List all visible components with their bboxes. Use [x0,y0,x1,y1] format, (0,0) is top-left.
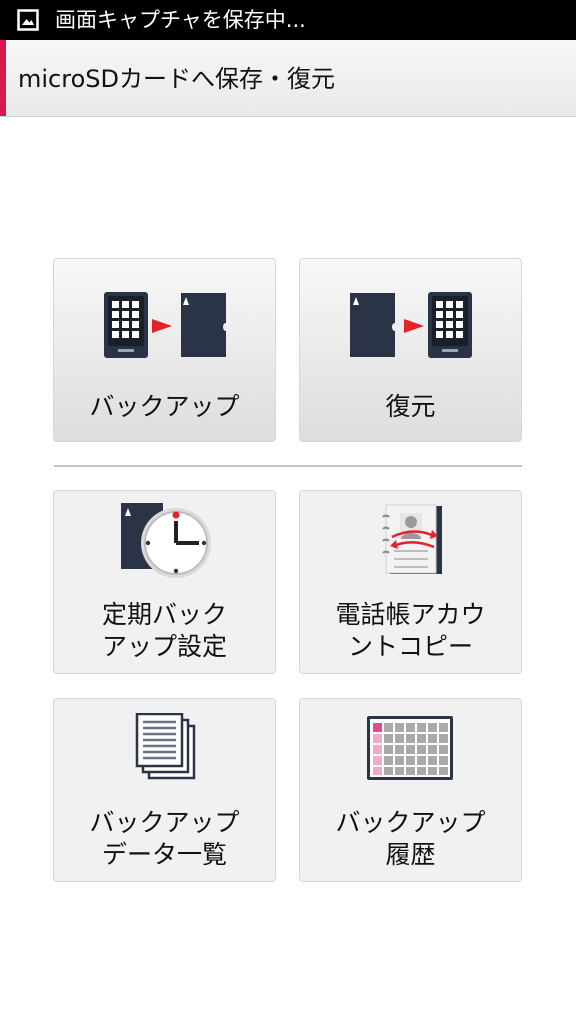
status-bar: 画面キャプチャを保存中... [0,0,576,40]
backup-data-list-label-line1: バックアップ [89,808,240,837]
phonebook-copy-label-line1: 電話帳アカウ [335,600,486,629]
section-divider [54,465,522,467]
title-accent-bar [0,40,6,116]
phonebook-account-copy-button[interactable]: 電話帳アカウ ントコピー [299,490,522,674]
backup-data-list-button[interactable]: バックアップ データ一覧 [53,698,276,882]
scheduled-backup-label-line1: 定期バック [101,600,227,629]
phonebook-copy-icon [382,504,442,574]
backup-label: バックアップ [89,392,240,421]
scheduled-backup-settings-button[interactable]: 定期バック アップ設定 [53,490,276,674]
scheduled-backup-clock-icon [121,503,211,578]
sdcard-to-phone-icon [350,292,472,358]
backup-history-label-line1: バックアップ [335,808,486,837]
screenshot-image-icon [17,9,39,31]
backup-history-button[interactable]: バックアップ 履歴 [299,698,522,882]
backup-button[interactable]: バックアップ [53,258,276,442]
restore-label: 復元 [385,392,436,421]
title-bar: microSDカードへ保存・復元 [0,40,576,117]
status-notification-text: 画面キャプチャを保存中... [55,8,306,32]
phonebook-copy-label-line2: ントコピー [347,632,473,661]
calendar-history-icon [367,716,453,780]
backup-history-label-line2: 履歴 [385,840,436,869]
backup-data-list-label-line2: データ一覧 [101,840,227,869]
document-stack-icon [135,713,196,780]
scheduled-backup-label-line2: アップ設定 [101,632,227,661]
phone-to-sdcard-icon [104,292,226,358]
page-title: microSDカードへ保存・復元 [18,65,335,93]
restore-button[interactable]: 復元 [299,258,522,442]
